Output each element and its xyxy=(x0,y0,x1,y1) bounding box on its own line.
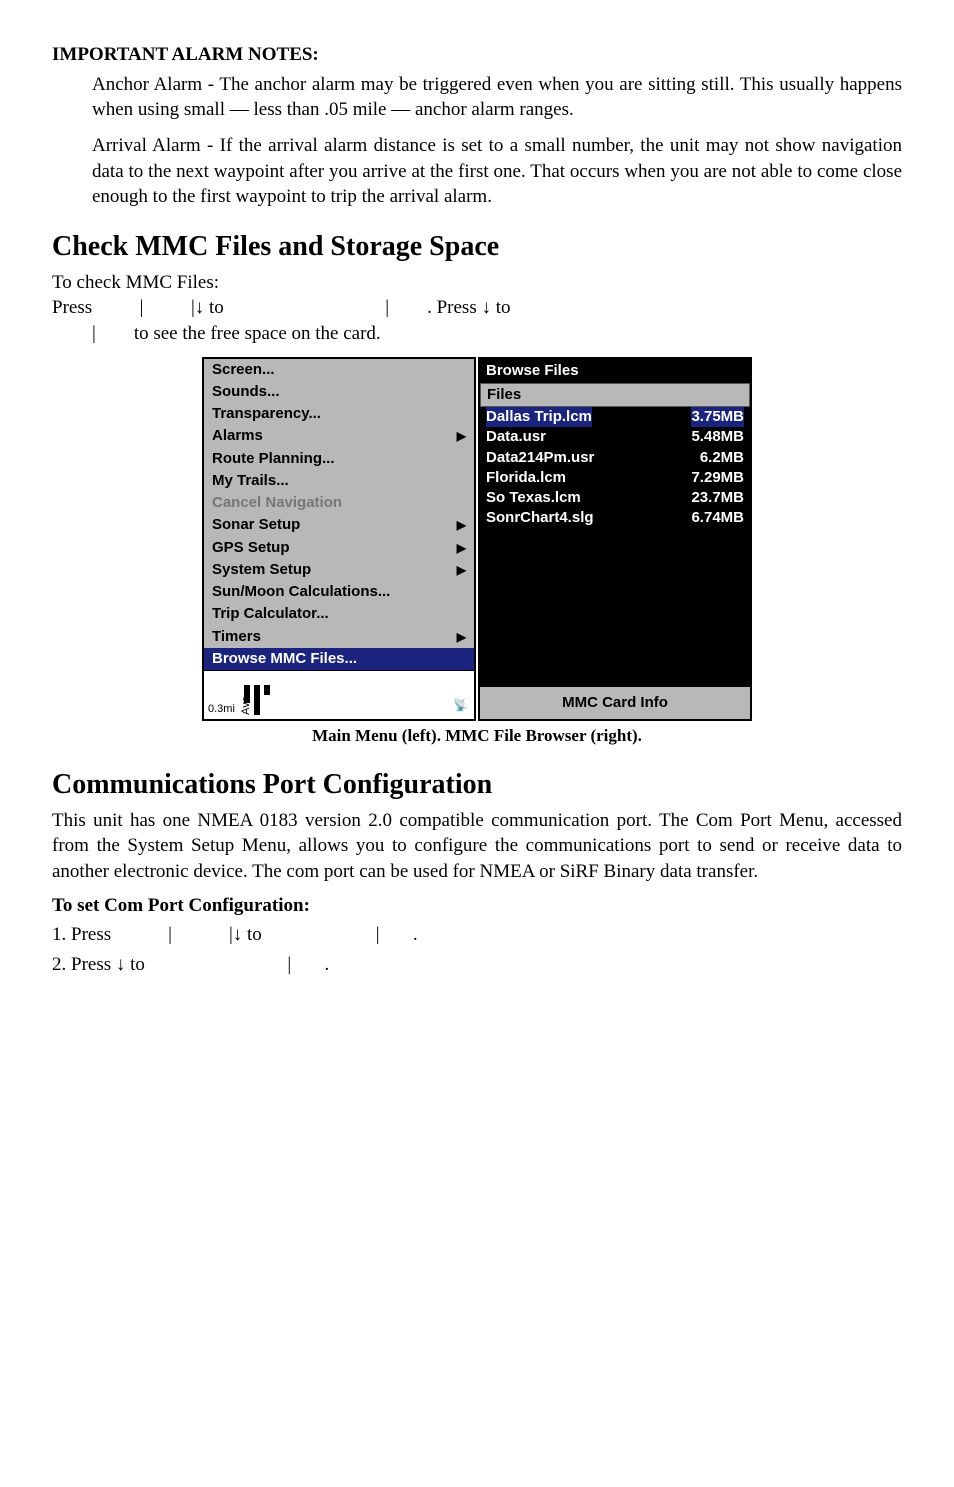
file-row[interactable]: Dallas Trip.lcm 3.75MB xyxy=(486,407,744,427)
txt: |↓ to xyxy=(191,297,229,318)
menu-item-timers[interactable]: Timers ▶ xyxy=(204,626,474,648)
txt: Press xyxy=(52,297,97,318)
menu-item-label: System Setup xyxy=(212,560,311,580)
menu-item-label: Transparency... xyxy=(212,404,321,424)
menu-item-gps-setup[interactable]: GPS Setup ▶ xyxy=(204,537,474,559)
menu-item-label: Alarms xyxy=(212,426,263,446)
comm-port-para: This unit has one NMEA 0183 version 2.0 … xyxy=(52,808,902,885)
submenu-arrow-icon: ▶ xyxy=(457,428,466,444)
set-comport-sub: To set Com Port Configuration: xyxy=(52,893,902,919)
txt: | xyxy=(287,954,291,975)
file-row[interactable]: SonrChart4.slg 6.74MB xyxy=(486,508,744,528)
anchor-alarm-para: Anchor Alarm - The anchor alarm may be t… xyxy=(92,72,902,123)
file-name: Florida.lcm xyxy=(486,468,566,488)
txt: | xyxy=(140,297,144,318)
menu-item-label: Route Planning... xyxy=(212,449,335,469)
menu-item-label: Browse MMC Files... xyxy=(212,649,357,669)
menu-item-alarms[interactable]: Alarms ▶ xyxy=(204,425,474,447)
file-size: 7.29MB xyxy=(691,468,744,488)
submenu-arrow-icon: ▶ xyxy=(457,629,466,645)
menu-item-label: Trip Calculator... xyxy=(212,604,329,624)
menu-item-sun-moon-calculations[interactable]: Sun/Moon Calculations... xyxy=(204,581,474,603)
browser-title: Browse Files xyxy=(480,359,750,383)
menu-item-screen[interactable]: Screen... xyxy=(204,359,474,381)
files-header: Files xyxy=(480,383,750,407)
file-size: 23.7MB xyxy=(691,488,744,508)
check-mmc-line1: Press | |↓ to | . Press ↓ to xyxy=(52,295,902,321)
menu-bottom-bar: 0.3mi Ave 📡 xyxy=(204,670,474,719)
file-row[interactable]: Florida.lcm 7.29MB xyxy=(486,468,744,488)
menu-item-system-setup[interactable]: System Setup ▶ xyxy=(204,559,474,581)
menu-item-route-planning[interactable]: Route Planning... xyxy=(204,448,474,470)
txt: | xyxy=(92,323,96,344)
menu-item-browse-mmc-files[interactable]: Browse MMC Files... xyxy=(204,648,474,670)
txt: 2. Press ↓ to xyxy=(52,954,150,975)
important-alarm-heading: IMPORTANT ALARM NOTES: xyxy=(52,42,902,68)
submenu-arrow-icon: ▶ xyxy=(457,562,466,578)
txt: . xyxy=(413,924,418,945)
menu-item-label: GPS Setup xyxy=(212,538,290,558)
txt: | xyxy=(376,924,380,945)
step-1: 1. Press | |↓ to | . xyxy=(52,922,902,948)
comm-port-heading: Communications Port Configuration xyxy=(52,766,902,804)
menu-item-trip-calculator[interactable]: Trip Calculator... xyxy=(204,603,474,625)
check-mmc-heading: Check MMC Files and Storage Space xyxy=(52,228,902,266)
main-menu-panel: Screen...Sounds...Transparency...Alarms ▶… xyxy=(202,357,476,722)
arrival-alarm-para: Arrival Alarm - If the arrival alarm dis… xyxy=(92,133,902,210)
file-name: So Texas.lcm xyxy=(486,488,581,508)
menu-item-label: Sun/Moon Calculations... xyxy=(212,582,390,602)
file-browser-panel: Browse Files Files Dallas Trip.lcm 3.75MB… xyxy=(478,357,752,722)
file-row[interactable]: Data.usr 5.48MB xyxy=(486,427,744,447)
file-name: Dallas Trip.lcm xyxy=(486,407,592,427)
txt: 1. Press xyxy=(52,924,116,945)
scale-label: 0.3mi xyxy=(208,702,235,717)
menu-item-sounds[interactable]: Sounds... xyxy=(204,381,474,403)
figure-caption: Main Menu (left). MMC File Browser (righ… xyxy=(52,725,902,748)
file-name: Data.usr xyxy=(486,427,546,447)
sat-icon: 📡 xyxy=(453,697,468,713)
file-row[interactable]: So Texas.lcm 23.7MB xyxy=(486,488,744,508)
step-2: 2. Press ↓ to | . xyxy=(52,952,902,978)
menu-item-cancel-navigation: Cancel Navigation xyxy=(204,492,474,514)
mmc-card-info-button[interactable]: MMC Card Info xyxy=(480,685,750,719)
menu-item-label: My Trails... xyxy=(212,471,289,491)
menu-item-label: Screen... xyxy=(212,360,275,380)
file-name: SonrChart4.slg xyxy=(486,508,594,528)
menu-item-label: Sounds... xyxy=(212,382,280,402)
menu-item-label: Timers xyxy=(212,627,261,647)
txt: |↓ to xyxy=(229,924,267,945)
submenu-arrow-icon: ▶ xyxy=(457,517,466,533)
menu-item-label: Cancel Navigation xyxy=(212,493,342,513)
txt: to see the free space on the card. xyxy=(134,323,381,344)
steps: 1. Press | |↓ to | . 2. Press ↓ to | . xyxy=(52,922,902,977)
txt: | xyxy=(385,297,389,318)
file-size: 3.75MB xyxy=(691,407,744,427)
check-mmc-sub: To check MMC Files: xyxy=(52,270,902,296)
check-mmc-line2: | to see the free space on the card. xyxy=(92,321,902,347)
file-size: 6.74MB xyxy=(691,508,744,528)
menu-item-transparency[interactable]: Transparency... xyxy=(204,403,474,425)
menu-item-label: Sonar Setup xyxy=(212,515,300,535)
file-size: 6.2MB xyxy=(700,448,744,468)
txt: | xyxy=(168,924,172,945)
file-size: 5.48MB xyxy=(691,427,744,447)
submenu-arrow-icon: ▶ xyxy=(457,540,466,556)
menu-item-my-trails[interactable]: My Trails... xyxy=(204,470,474,492)
txt: . xyxy=(324,954,329,975)
file-name: Data214Pm.usr xyxy=(486,448,594,468)
file-row[interactable]: Data214Pm.usr 6.2MB xyxy=(486,448,744,468)
file-list: Dallas Trip.lcm3.75MBData.usr5.48MBData2… xyxy=(480,407,750,685)
txt: . Press ↓ to xyxy=(427,297,510,318)
menu-item-sonar-setup[interactable]: Sonar Setup ▶ xyxy=(204,514,474,536)
screens-row: Screen...Sounds...Transparency...Alarms ▶… xyxy=(52,357,902,722)
